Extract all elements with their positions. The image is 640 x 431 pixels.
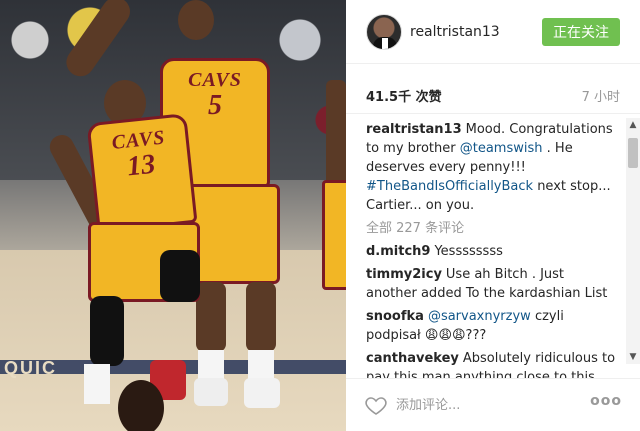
- comment-item: d.mitch9 Yessssssss: [366, 242, 616, 261]
- caption-hashtag[interactable]: #TheBandIsOfficiallyBack: [366, 179, 533, 194]
- add-comment-input[interactable]: [396, 395, 576, 415]
- more-options-icon[interactable]: ooo: [590, 393, 622, 409]
- post-time[interactable]: 7 小时: [582, 86, 620, 105]
- post-stats: 41.5千 次赞 7 小时: [346, 64, 640, 114]
- following-button[interactable]: 正在关注: [542, 18, 620, 46]
- all-comments-link[interactable]: 全部 227 条评论: [366, 219, 616, 238]
- post-footer: ooo: [346, 378, 640, 431]
- comment-mention[interactable]: @sarvaxnyrzyw: [428, 309, 531, 324]
- caption-mention[interactable]: @teamswish: [460, 141, 543, 156]
- comments-list[interactable]: realtristan13 Mood. Congratulations to my…: [346, 114, 624, 378]
- likes-count[interactable]: 41.5千 次赞: [366, 86, 442, 105]
- scroll-up-icon[interactable]: ▲: [626, 118, 640, 132]
- heart-icon[interactable]: [364, 393, 388, 417]
- comment-item: timmy2icy Use ah Bitch . Just another add…: [366, 265, 616, 303]
- jersey-left: CAVS 13: [86, 113, 198, 233]
- post-detail-panel: realtristan13 正在关注 41.5千 次赞 7 小时 realtri…: [346, 0, 640, 431]
- comments-scrollbar[interactable]: ▲ ▼: [626, 118, 640, 364]
- caption-author[interactable]: realtristan13: [366, 122, 462, 137]
- comment-item: canthavekey Absolutely ridiculous to pay …: [366, 349, 616, 378]
- comment-author[interactable]: timmy2icy: [366, 267, 442, 282]
- caption: realtristan13 Mood. Congratulations to my…: [366, 120, 616, 215]
- comment-author[interactable]: snoofka: [366, 309, 424, 324]
- comment-author[interactable]: d.mitch9: [366, 244, 430, 259]
- avatar[interactable]: [366, 14, 402, 50]
- post-photo[interactable]: QUIC CAVS 5 CAVS 13: [0, 0, 346, 431]
- comment-text: Yessssssss: [434, 244, 503, 259]
- comment-author[interactable]: canthavekey: [366, 351, 459, 366]
- scroll-thumb[interactable]: [628, 138, 638, 168]
- scroll-down-icon[interactable]: ▼: [626, 350, 640, 364]
- head-bottom: [118, 380, 164, 431]
- post-header: realtristan13 正在关注: [346, 0, 640, 64]
- username-link[interactable]: realtristan13: [410, 24, 500, 40]
- jersey-edge: [322, 180, 346, 290]
- court-text: QUIC: [4, 358, 57, 378]
- comment-item: snoofka @sarvaxnyrzyw czyli podpisał 😩😩😩?…: [366, 307, 616, 345]
